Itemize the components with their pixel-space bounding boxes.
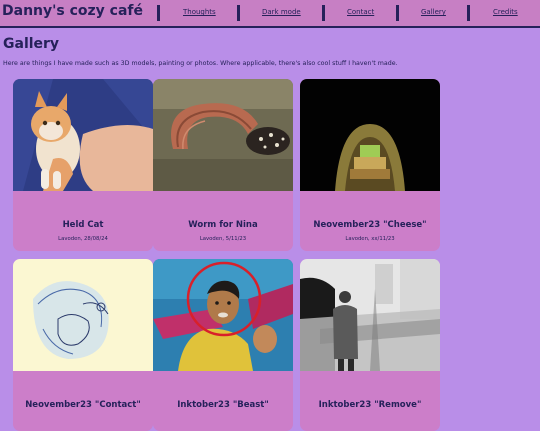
nav-separator: [322, 5, 325, 21]
nav-link-contact[interactable]: Contact: [347, 8, 374, 16]
nav-link-credits[interactable]: Credits: [493, 8, 518, 16]
card-title: Inktober23 "Remove": [318, 400, 422, 410]
card-meta: Lavoden, xx/11/23: [345, 236, 395, 242]
gallery-card-cheese[interactable]: Neovember23 "Cheese" Lavoden, xx/11/23: [300, 79, 440, 251]
card-title: Held Cat: [62, 220, 104, 230]
remove-painting[interactable]: [300, 259, 440, 371]
gallery-card-held-cat[interactable]: Held Cat Lavoden, 28/08/24: [13, 79, 153, 251]
nav-separator: [157, 5, 160, 21]
cheese-render[interactable]: [300, 79, 440, 191]
card-title: Worm for Nina: [188, 220, 258, 230]
nav-link-dark-mode[interactable]: Dark mode: [262, 8, 301, 16]
nav-separator: [237, 5, 240, 21]
page-title: Gallery: [3, 36, 60, 52]
gallery-intro: Here are things I have made such as 3D m…: [3, 60, 398, 67]
card-meta: Lavoden, 5/11/23: [199, 236, 247, 242]
nav-link-thoughts[interactable]: Thoughts: [183, 8, 216, 16]
card-title: Inktober23 "Beast": [177, 400, 269, 410]
gallery-card-remove[interactable]: Inktober23 "Remove": [300, 259, 440, 431]
card-title: Neovember23 "Contact": [25, 400, 141, 410]
nav-separator: [396, 5, 399, 21]
gallery-card-contact[interactable]: Neovember23 "Contact": [13, 259, 153, 431]
gallery-card-worm-for-nina[interactable]: Worm for Nina Lavoden, 5/11/23: [153, 79, 293, 251]
nav-link-gallery[interactable]: Gallery: [421, 8, 446, 16]
gallery-card-beast[interactable]: Inktober23 "Beast": [153, 259, 293, 431]
card-meta: Lavoden, 28/08/24: [58, 236, 108, 242]
beast-painting[interactable]: [153, 259, 293, 371]
cat-photo[interactable]: [13, 79, 153, 191]
card-title: Neovember23 "Cheese": [313, 220, 427, 230]
site-title[interactable]: Danny's cozy café: [2, 3, 143, 19]
top-navigation-bar: Danny's cozy café Thoughts Dark mode Con…: [0, 0, 540, 28]
worm-render[interactable]: [153, 79, 293, 191]
contact-sketch[interactable]: [13, 259, 153, 371]
nav-separator: [467, 5, 470, 21]
